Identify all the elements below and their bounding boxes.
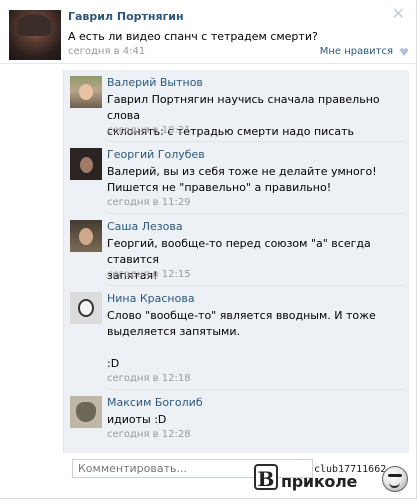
comment-avatar[interactable]	[70, 292, 102, 324]
comment-avatar[interactable]	[70, 148, 102, 180]
comment-author[interactable]: Валерий Вытнов	[107, 76, 203, 89]
heart-icon[interactable]: ♥	[399, 46, 409, 59]
like-button[interactable]: Мне нравится	[320, 46, 393, 57]
comment-avatar[interactable]	[70, 76, 102, 108]
comment-timestamp[interactable]: сегодня в 12:15	[107, 269, 191, 280]
watermark-letter: В	[254, 464, 278, 491]
comment-author[interactable]: Нина Краснова	[107, 292, 195, 305]
comment-author[interactable]: Максим Боголиб	[107, 396, 203, 409]
comment-timestamp[interactable]: сегодня в 11:29	[107, 197, 191, 208]
close-icon[interactable]: ✕	[392, 4, 405, 23]
post-text: А есть ли видео спанч с тетрадем смерти?	[68, 30, 318, 43]
comment-divider	[107, 141, 403, 142]
comment-avatar[interactable]	[70, 220, 102, 252]
comments-list: Валерий Вытнов Гаврил Портнягин научись …	[63, 70, 409, 453]
divider	[0, 63, 416, 64]
post-author-avatar[interactable]	[9, 10, 61, 60]
watermark-logo: В приколе club17711662	[254, 462, 414, 494]
comment-text: Слово "вообще-то" является вводным. И то…	[107, 309, 376, 370]
comment-avatar[interactable]	[70, 396, 102, 428]
comment-text: идиоты :D	[107, 413, 167, 426]
comment-timestamp[interactable]: сегодня в 10:21	[107, 125, 191, 136]
comment-divider	[107, 285, 403, 286]
comment-author[interactable]: Саша Лезова	[107, 220, 183, 233]
comment-timestamp[interactable]: сегодня в 12:18	[107, 373, 191, 384]
comment-divider	[107, 389, 403, 390]
comment-text: Валерий, вы из себя тоже не делайте умно…	[107, 165, 377, 194]
post-author-name[interactable]: Гаврил Портнягин	[68, 10, 184, 23]
post-timestamp[interactable]: сегодня в 4:41	[68, 46, 145, 57]
watermark-club: club17711662	[314, 464, 387, 475]
comment-author[interactable]: Георгий Голубев	[107, 148, 205, 161]
comment-timestamp[interactable]: сегодня в 12:28	[107, 429, 191, 440]
comment-divider	[107, 213, 403, 214]
smiley-icon	[382, 466, 408, 492]
